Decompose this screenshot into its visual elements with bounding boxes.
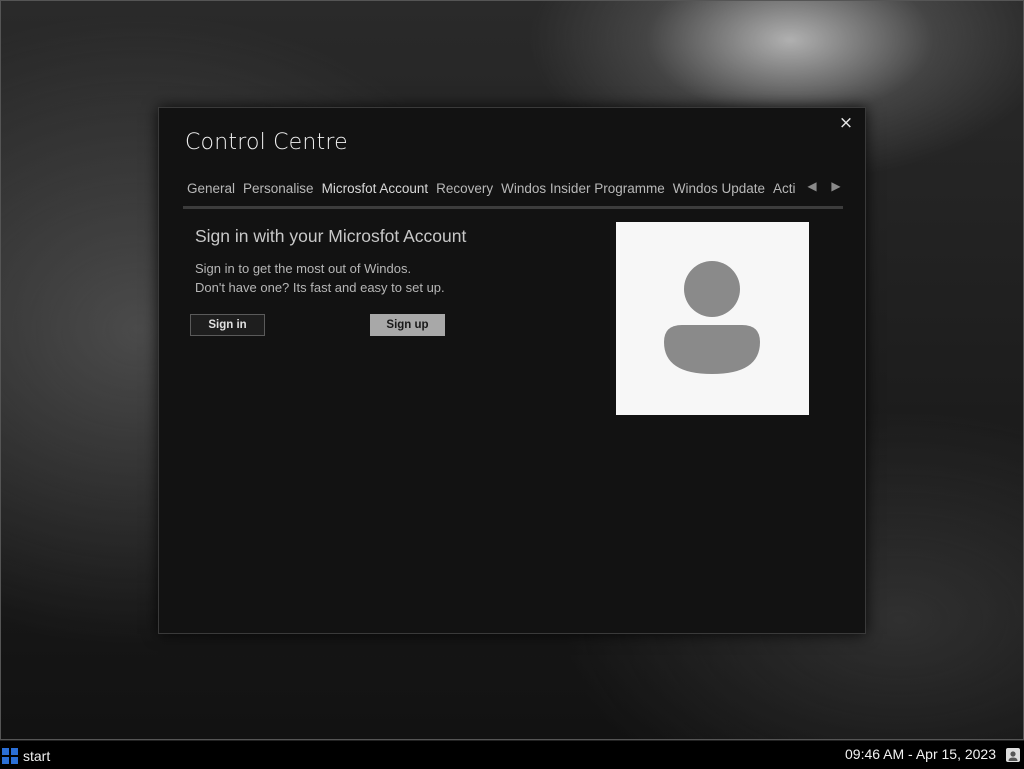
sign-up-button[interactable]: Sign up <box>370 314 445 336</box>
window-title: Control Centre <box>185 130 348 155</box>
tab-personalise[interactable]: Personalise <box>239 179 318 206</box>
close-icon[interactable]: × <box>837 114 855 132</box>
user-icon <box>664 261 760 374</box>
chevron-right-icon[interactable]: ▶ <box>827 178 845 198</box>
chevron-left-icon[interactable]: ◀ <box>803 178 821 198</box>
user-tray-icon[interactable] <box>1006 748 1020 762</box>
tab-recovery[interactable]: Recovery <box>432 179 497 206</box>
tab-windos-update[interactable]: Windos Update <box>669 179 769 206</box>
taskbar: start 09:46 AM - Apr 15, 2023 <box>0 740 1024 769</box>
account-heading: Sign in with your Microsfot Account <box>195 226 467 246</box>
taskbar-clock[interactable]: 09:46 AM - Apr 15, 2023 <box>845 746 996 762</box>
tab-insider-programme[interactable]: Windos Insider Programme <box>497 179 669 206</box>
sign-in-button[interactable]: Sign in <box>190 314 265 336</box>
tab-activation[interactable]: Acti <box>769 179 800 206</box>
windows-logo-icon <box>2 748 18 764</box>
start-button[interactable]: start <box>2 747 50 765</box>
account-description-line1: Sign in to get the most out of Windos. <box>195 261 412 276</box>
start-label: start <box>23 748 51 764</box>
tab-bar: General Personalise Microsfot Account Recov… <box>183 178 843 209</box>
tab-general[interactable]: General <box>183 179 239 206</box>
tab-microsoft-account[interactable]: Microsfot Account <box>318 179 433 206</box>
account-avatar <box>616 222 809 415</box>
tab-list: General Personalise Microsfot Account Recov… <box>183 178 805 206</box>
control-centre-window: × Control Centre General Personalise Micro… <box>158 107 866 634</box>
account-description-line2: Don't have one? Its fast and easy to set… <box>195 280 445 295</box>
